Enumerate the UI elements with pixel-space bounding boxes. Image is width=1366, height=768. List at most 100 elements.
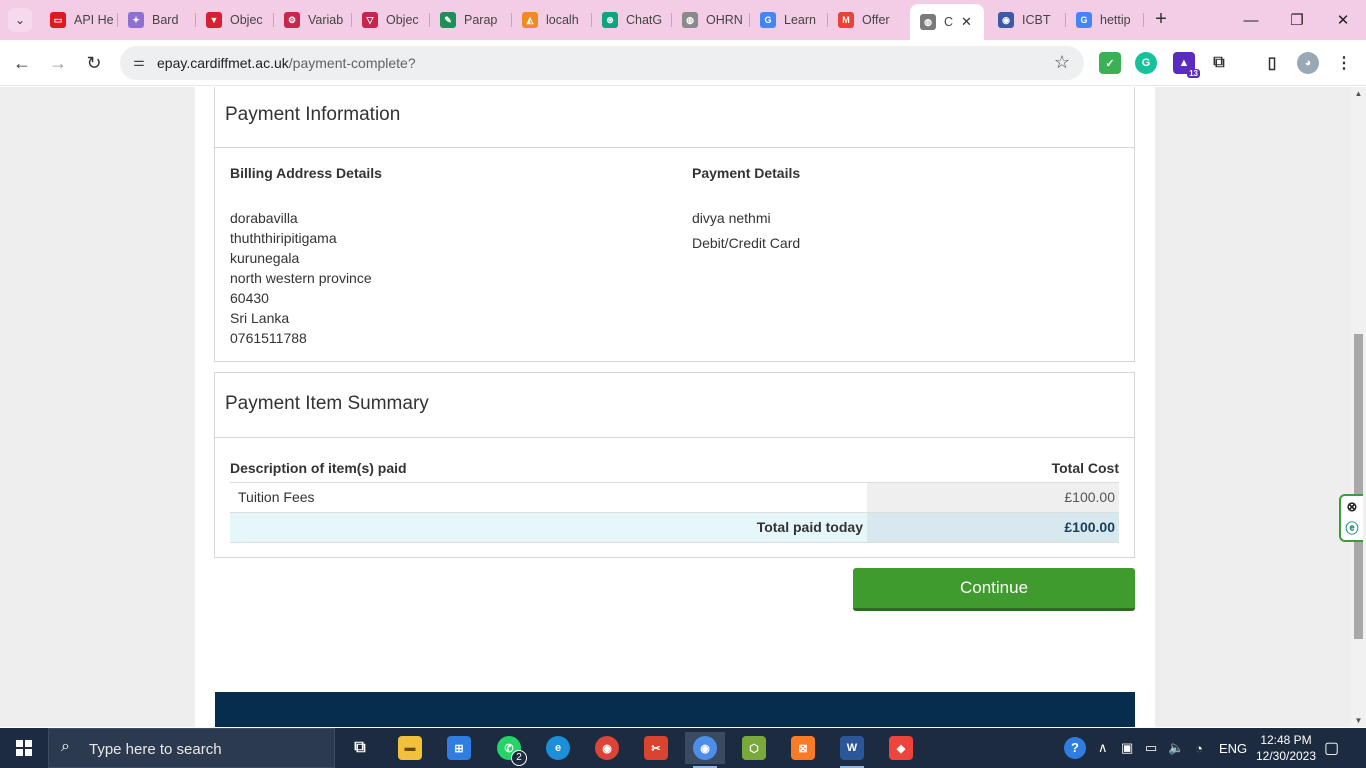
taskbar-virtualbox[interactable]: ⬡ — [734, 732, 774, 764]
tab-2[interactable]: ✦ Bard — [118, 6, 196, 34]
reload-button[interactable]: ↻ — [81, 50, 107, 76]
site-info-icon[interactable]: ⚌ — [130, 54, 148, 72]
address-line: kurunegala — [230, 250, 300, 266]
minimize-icon: — — [1243, 11, 1259, 29]
favicon-icon: ⊛ — [602, 12, 618, 28]
address-bar[interactable]: ⚌ epay.cardiffmet.ac.uk/payment-complete… — [120, 46, 1084, 80]
edge-icon: e — [546, 736, 570, 760]
grammarly-extension-icon[interactable]: G — [1135, 52, 1157, 74]
clock-date: 12/30/2023 — [1255, 749, 1317, 763]
tab-title: ICBT — [1022, 13, 1051, 27]
plus-icon: + — [1155, 8, 1167, 30]
taskbar-word[interactable]: W — [832, 732, 872, 768]
close-window-button[interactable]: ✕ — [1320, 0, 1366, 40]
favicon-icon: ◍ — [920, 14, 936, 30]
payment-method: Debit/Credit Card — [692, 235, 801, 251]
favicon-icon: ◭ — [522, 12, 538, 28]
back-button[interactable]: ← — [9, 50, 35, 76]
tab-6[interactable]: ✎ Parap — [430, 6, 512, 34]
bookmark-star-icon[interactable]: ☆ — [1054, 52, 1070, 73]
windows-taskbar: ⌕ Type here to search ⧉ ▬ ⊞ ✆ 2 e ◉ ✂ ◉ … — [0, 728, 1366, 768]
side-panel-icon[interactable]: ▯ — [1261, 52, 1283, 74]
tab-10[interactable]: G Learn — [750, 6, 828, 34]
tab-3[interactable]: ▼ Objec — [196, 6, 274, 34]
scroll-up-icon[interactable]: ▲ — [1351, 89, 1366, 98]
favicon-icon: ⚙ — [284, 12, 300, 28]
tab-active[interactable]: ◍ C ✕ — [910, 4, 984, 40]
tab-13[interactable]: ◉ ICBT — [988, 6, 1066, 34]
taskbar-store[interactable]: ⊞ — [439, 732, 479, 764]
taskbar-edge[interactable]: e — [538, 732, 578, 764]
tab-title: localh — [546, 13, 579, 27]
taskbar-anydesk[interactable]: ◆ — [881, 732, 921, 764]
volume-icon[interactable]: 🔈 — [1168, 728, 1184, 768]
total-label: Total paid today — [230, 512, 867, 543]
minimize-button[interactable]: — — [1228, 0, 1274, 40]
taskbar-clock[interactable]: 12:48 PM 12/30/2023 — [1254, 732, 1318, 764]
profile-avatar[interactable]: ◕ — [1297, 52, 1319, 74]
tab-14[interactable]: G hettip — [1066, 6, 1144, 34]
taskbar-whatsapp[interactable]: ✆ 2 — [489, 732, 529, 766]
tab-4[interactable]: ⚙ Variab — [274, 6, 352, 34]
start-button[interactable] — [0, 728, 48, 768]
page-scrollbar[interactable]: ▲ ▼ — [1351, 87, 1366, 727]
folder-icon: ▬ — [398, 736, 422, 760]
tray-chevron-up-icon[interactable]: ∧ — [1098, 728, 1108, 768]
notification-icon[interactable]: ▢ — [1324, 728, 1339, 768]
close-tab-icon[interactable]: ✕ — [961, 14, 972, 30]
browser-toolbar: ← → ↻ ⚌ epay.cardiffmet.ac.uk/payment-co… — [0, 40, 1366, 86]
language-indicator[interactable]: ENG — [1219, 728, 1247, 768]
scrollbar-thumb[interactable] — [1354, 334, 1363, 639]
wifi-icon[interactable]: ◔ — [1195, 728, 1203, 768]
taskbar-search[interactable]: ⌕ Type here to search — [48, 728, 335, 768]
menu-kebab-icon[interactable]: ⋮ — [1333, 52, 1355, 74]
shield-extension-icon[interactable]: ✓ — [1099, 52, 1121, 74]
extension-e-icon[interactable]: ⓔ — [1341, 518, 1363, 540]
task-view-button[interactable]: ⧉ — [340, 732, 380, 764]
total-row: Total paid today £100.00 — [230, 512, 1119, 543]
tab-7[interactable]: ◭ localh — [512, 6, 592, 34]
tab-9[interactable]: ◍ OHRN — [672, 6, 750, 34]
favicon-icon: ✦ — [128, 12, 144, 28]
taskbar-chrome[interactable]: ◉ — [587, 732, 627, 764]
scroll-down-icon[interactable]: ▼ — [1351, 716, 1366, 725]
tab-5[interactable]: ▽ Objec — [352, 6, 430, 34]
taskbar-file-explorer[interactable]: ▬ — [390, 732, 430, 764]
table-header-row: Description of item(s) paid Total Cost — [230, 460, 1119, 483]
puzzle-extensions-icon[interactable]: ⧉ — [1208, 52, 1230, 74]
url-host: epay.cardiffmet.ac.uk — [157, 55, 289, 71]
total-value: £100.00 — [867, 512, 1119, 543]
battery-icon[interactable]: ▭ — [1145, 728, 1157, 768]
task-view-icon: ⧉ — [354, 739, 366, 756]
continue-button[interactable]: Continue — [853, 568, 1135, 611]
favicon-icon: ◉ — [998, 12, 1014, 28]
taskbar-search-placeholder: Type here to search — [89, 741, 222, 758]
url-text[interactable]: epay.cardiffmet.ac.uk/payment-complete? — [157, 55, 416, 71]
taskbar-snipping-tool[interactable]: ✂ — [636, 732, 676, 764]
items-table: Description of item(s) paid Total Cost T… — [230, 460, 1119, 543]
description-column-header: Description of item(s) paid — [230, 460, 867, 483]
taskbar-xampp[interactable]: ⊠ — [783, 732, 823, 764]
taskbar-chrome-profile[interactable]: ◉ — [685, 732, 725, 768]
tab-title: Objec — [386, 13, 419, 27]
anydesk-icon: ◆ — [889, 736, 913, 760]
tab-1[interactable]: ▭ API He — [40, 6, 118, 34]
tray-device-icon[interactable]: ▣ — [1121, 728, 1133, 768]
arrow-left-icon: ← — [13, 52, 31, 73]
favicon-icon: G — [760, 12, 776, 28]
cap-extension-icon[interactable]: ▲ 13 — [1173, 52, 1200, 78]
search-icon: ⌕ — [61, 738, 70, 755]
tab-11[interactable]: M Offer — [828, 6, 908, 34]
help-icon[interactable]: ? — [1064, 728, 1086, 768]
restore-button[interactable]: ❐ — [1274, 0, 1320, 40]
scissors-icon: ✂ — [644, 736, 668, 760]
tab-8[interactable]: ⊛ ChatG — [592, 6, 672, 34]
page-footer — [215, 692, 1135, 727]
tab-title: Parap — [464, 13, 498, 27]
payment-summary-heading: Payment Item Summary — [225, 393, 429, 414]
forward-button[interactable]: → — [45, 50, 71, 76]
new-tab-button[interactable]: + — [1150, 8, 1172, 30]
tab-search-button[interactable]: ⌄ — [8, 8, 32, 32]
close-circle-icon[interactable]: ⊗ — [1341, 496, 1363, 518]
chrome-profile-icon: ◉ — [693, 736, 717, 760]
